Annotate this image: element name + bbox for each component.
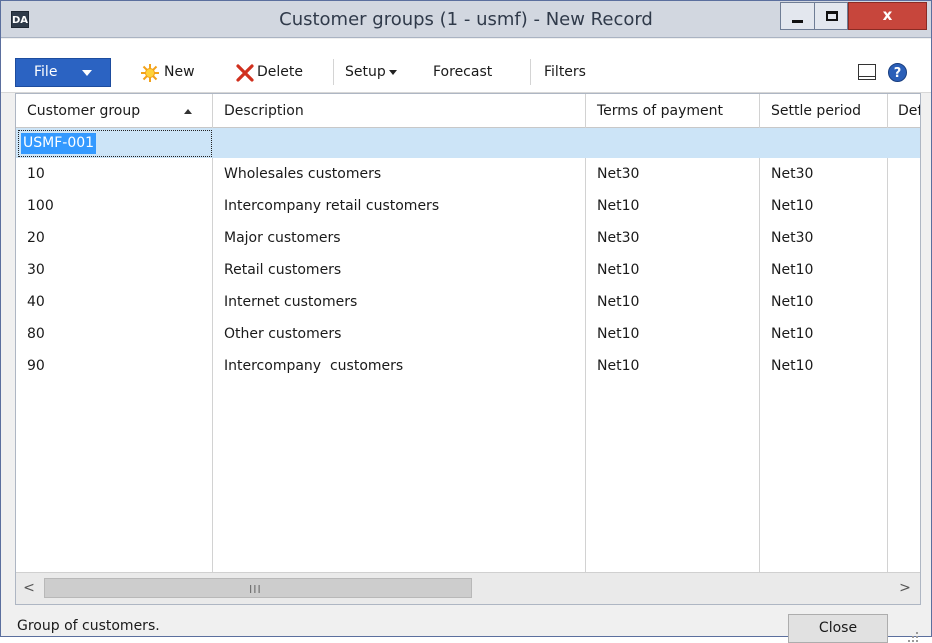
cell-terms-of-payment: Net10	[597, 262, 640, 278]
column-header-terms-of-payment[interactable]: Terms of payment	[586, 94, 760, 128]
column-header-description[interactable]: Description	[213, 94, 585, 128]
column-header-def[interactable]: Def	[888, 94, 920, 128]
sort-ascending-icon	[184, 109, 192, 114]
setup-label: Setup	[345, 64, 386, 80]
horizontal-scrollbar[interactable]: < III >	[16, 572, 920, 604]
minimize-button[interactable]	[780, 2, 814, 30]
cell-settle-period: Net10	[771, 198, 814, 214]
cell-description: Wholesales customers	[224, 166, 382, 182]
maximize-icon	[826, 11, 838, 21]
help-icon[interactable]: ?	[888, 63, 907, 82]
scrollbar-grip-icon: III	[249, 583, 262, 596]
column-header-settle-period[interactable]: Settle period	[760, 94, 887, 128]
cell-terms-of-payment: Net10	[597, 358, 640, 374]
cell-customer-group: 80	[27, 326, 45, 342]
table-row[interactable]: 100 Intercompany retail customers Net10 …	[16, 190, 920, 222]
cell-terms-of-payment: Net30	[597, 166, 640, 182]
filters-button[interactable]: Filters	[544, 58, 586, 87]
maximize-button[interactable]	[814, 2, 848, 30]
cell-customer-group: 20	[27, 230, 45, 246]
customer-groups-grid: Customer group Description Terms of paym…	[15, 93, 921, 605]
cell-description: Intercompany customers	[224, 358, 404, 374]
customer-groups-window: DA Customer groups (1 - usmf) - New Reco…	[0, 0, 932, 643]
table-row[interactable]: 30 Retail customers Net10 Net10	[16, 254, 920, 286]
toolbar-divider	[530, 59, 531, 85]
cell-description: Intercompany retail customers	[224, 198, 440, 214]
cell-customer-group: 10	[27, 166, 45, 182]
delete-button[interactable]: Delete	[257, 58, 303, 87]
close-button[interactable]: Close	[788, 614, 888, 643]
cell-customer-group: 40	[27, 294, 45, 310]
file-menu-button[interactable]: File	[15, 58, 111, 87]
setup-menu-button[interactable]: Setup	[345, 58, 397, 87]
cell-customer-group: 90	[27, 358, 45, 374]
setup-dropdown-icon	[388, 69, 397, 75]
title-bar[interactable]: DA Customer groups (1 - usmf) - New Reco…	[1, 1, 931, 38]
cell-settle-period: Net30	[771, 166, 814, 182]
cell-settle-period: Net10	[771, 262, 814, 278]
scrollbar-thumb[interactable]: III	[44, 578, 472, 598]
cell-terms-of-payment: Net10	[597, 326, 640, 342]
panel-toggle-icon[interactable]	[858, 64, 876, 80]
file-label: File	[34, 64, 58, 80]
table-row[interactable]: 40 Internet customers Net10 Net10	[16, 286, 920, 318]
resize-grip-icon[interactable]	[905, 629, 919, 643]
minimize-icon	[792, 20, 803, 23]
new-record-row[interactable]: USMF-001	[16, 128, 920, 158]
grid-header: Customer group Description Terms of paym…	[16, 94, 920, 128]
new-star-icon	[141, 64, 159, 82]
new-button[interactable]: New	[164, 58, 195, 87]
scroll-left-icon[interactable]: <	[16, 573, 42, 604]
customer-group-input-value: USMF-001	[21, 133, 97, 154]
scroll-right-icon[interactable]: >	[892, 573, 918, 604]
cell-terms-of-payment: Net30	[597, 230, 640, 246]
cell-terms-of-payment: Net10	[597, 294, 640, 310]
cell-description: Major customers	[224, 230, 341, 246]
cell-settle-period: Net10	[771, 326, 814, 342]
cell-customer-group: 100	[27, 198, 54, 214]
table-row[interactable]: 20 Major customers Net30 Net30	[16, 222, 920, 254]
delete-x-icon	[236, 64, 254, 82]
toolbar-divider	[333, 59, 334, 85]
close-icon: x	[882, 6, 893, 24]
chevron-down-icon	[82, 70, 92, 76]
column-header-customer-group[interactable]: Customer group	[16, 94, 212, 128]
cell-description: Retail customers	[224, 262, 342, 278]
cell-description: Other customers	[224, 326, 342, 342]
status-text: Group of customers.	[17, 618, 160, 634]
close-window-button[interactable]: x	[848, 2, 927, 30]
cell-settle-period: Net30	[771, 230, 814, 246]
status-bar: Group of customers. Close	[1, 607, 931, 643]
cell-settle-period: Net10	[771, 294, 814, 310]
cell-terms-of-payment: Net10	[597, 198, 640, 214]
table-row[interactable]: 80 Other customers Net10 Net10	[16, 318, 920, 350]
forecast-button[interactable]: Forecast	[433, 58, 492, 87]
cell-settle-period: Net10	[771, 358, 814, 374]
cell-description: Internet customers	[224, 294, 358, 310]
table-row[interactable]: 90 Intercompany customers Net10 Net10	[16, 350, 920, 382]
cell-customer-group: 30	[27, 262, 45, 278]
action-pane: File New Delete Setup Forecast Filters ?	[1, 39, 931, 93]
table-row[interactable]: 10 Wholesales customers Net30 Net30	[16, 158, 920, 190]
customer-group-input[interactable]: USMF-001	[18, 130, 212, 157]
